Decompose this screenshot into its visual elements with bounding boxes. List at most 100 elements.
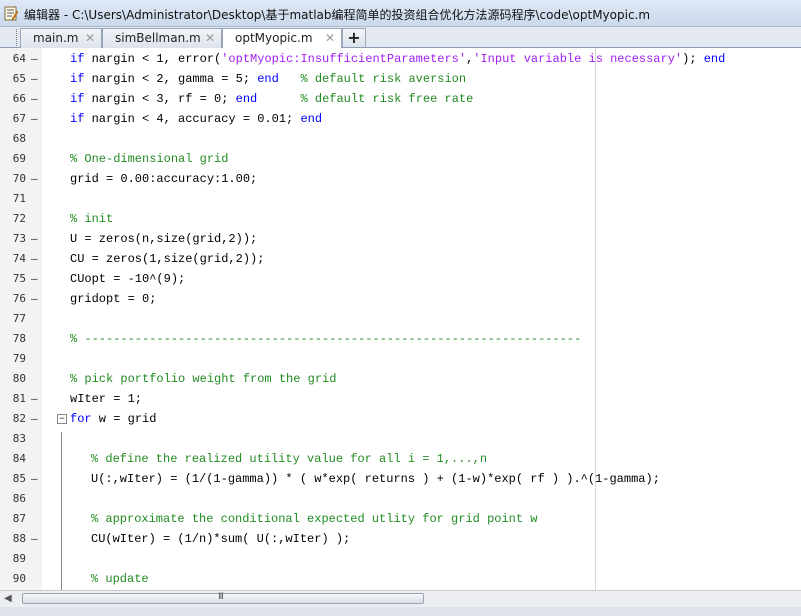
- code-line[interactable]: 73 — U = zeros(n,size(grid,2));: [0, 229, 801, 249]
- keyword-token: if: [70, 112, 85, 126]
- comment-token: % init: [70, 212, 114, 226]
- fold-collapse-icon[interactable]: −: [57, 414, 67, 424]
- comment-token: % --------------------------------------…: [70, 332, 582, 346]
- code-text: wIter = 1;: [70, 392, 142, 406]
- breakpoint-marker[interactable]: —: [31, 232, 38, 245]
- breakpoint-marker[interactable]: —: [31, 292, 38, 305]
- breakpoint-marker[interactable]: —: [31, 392, 38, 405]
- code-line[interactable]: 74 — CU = zeros(1,size(grid,2));: [0, 249, 801, 269]
- keyword-token: end: [235, 92, 258, 106]
- code-line[interactable]: 86: [0, 489, 801, 509]
- line-number: 75: [12, 272, 26, 285]
- breakpoint-marker[interactable]: —: [31, 72, 38, 85]
- code-line[interactable]: 80 % pick portfolio weight from the grid: [0, 369, 801, 389]
- title-bar: 编辑器 - C:\Users\Administrator\Desktop\基于m…: [0, 0, 801, 27]
- code-line[interactable]: 87 % approximate the conditional expected…: [0, 509, 801, 529]
- tab-label: simBellman.m: [115, 31, 201, 45]
- line-number: 73: [12, 232, 26, 245]
- code-editor[interactable]: 64 — if nargin < 1, error('optMyopic:Insuf…: [0, 48, 801, 590]
- code-text: if nargin < 4, accuracy = 0.01; end: [70, 112, 322, 126]
- tab-close-icon[interactable]: ✕: [205, 31, 215, 45]
- code-line[interactable]: 64 — if nargin < 1, error('optMyopic:Insuf…: [0, 49, 801, 69]
- code-line[interactable]: 81 — wIter = 1;: [0, 389, 801, 409]
- scroll-left-arrow-icon[interactable]: ◀: [4, 593, 12, 604]
- code-line[interactable]: 88 — CU(wIter) = (1/n)*sum( U(:,wIter) );: [0, 529, 801, 549]
- code-line[interactable]: 70 — grid = 0.00:accuracy:1.00;: [0, 169, 801, 189]
- code-token: gridopt = 0;: [70, 292, 157, 306]
- line-number: 74: [12, 252, 26, 265]
- document-tab-bar: main.m ✕ simBellman.m ✕ optMyopic.m ✕ +: [0, 27, 801, 49]
- code-line[interactable]: 69 % One-dimensional grid: [0, 149, 801, 169]
- code-line[interactable]: 68: [0, 129, 801, 149]
- code-line[interactable]: 72 % init: [0, 209, 801, 229]
- code-line[interactable]: 90 % update: [0, 569, 801, 589]
- tab-close-icon[interactable]: ✕: [325, 31, 335, 45]
- scrollbar-grip: III: [218, 592, 224, 602]
- code-token: CU(wIter) = (1/n)*sum( U(:,wIter) );: [91, 532, 351, 546]
- keyword-token: end: [257, 72, 279, 86]
- code-token: nargin < 1, error(: [84, 52, 222, 66]
- code-text: % --------------------------------------…: [70, 332, 581, 346]
- keyword-token: if: [70, 92, 85, 106]
- line-number: 90: [12, 572, 26, 585]
- breakpoint-marker[interactable]: —: [31, 272, 38, 285]
- comment-token: % default risk free rate: [300, 92, 474, 106]
- comment-token: % update: [91, 572, 149, 586]
- breakpoint-marker[interactable]: —: [31, 172, 38, 185]
- code-line[interactable]: 76 — gridopt = 0;: [0, 289, 801, 309]
- breakpoint-marker[interactable]: —: [31, 112, 38, 125]
- code-line[interactable]: 77: [0, 309, 801, 329]
- code-text: CU(wIter) = (1/n)*sum( U(:,wIter) );: [91, 532, 350, 546]
- code-line[interactable]: 82 — − for w = grid: [0, 409, 801, 429]
- tab-simbellman-m[interactable]: simBellman.m ✕: [102, 28, 222, 48]
- code-token: );: [682, 52, 704, 66]
- code-line[interactable]: 71: [0, 189, 801, 209]
- line-number: 71: [12, 192, 26, 205]
- line-number: 66: [12, 92, 26, 105]
- code-token: CUopt = -10^(9);: [70, 272, 186, 286]
- code-token: U(:,wIter) = (1/(1-gamma)) * ( w*exp( re…: [91, 472, 660, 486]
- code-token: CU = zeros(1,size(grid,2));: [70, 252, 265, 266]
- code-line[interactable]: 83: [0, 429, 801, 449]
- breakpoint-marker[interactable]: —: [31, 252, 38, 265]
- string-token: 'Input variable is necessary': [473, 52, 683, 66]
- code-line[interactable]: 65 — if nargin < 2, gamma = 5; end % defau…: [0, 69, 801, 89]
- code-line[interactable]: 85 — U(:,wIter) = (1/(1-gamma)) * ( w*exp(…: [0, 469, 801, 489]
- breakpoint-marker[interactable]: —: [31, 472, 38, 485]
- new-tab-button[interactable]: +: [342, 28, 366, 47]
- breakpoint-marker[interactable]: —: [31, 52, 38, 65]
- code-text: grid = 0.00:accuracy:1.00;: [70, 172, 257, 186]
- tab-optmyopic-m[interactable]: optMyopic.m ✕: [222, 28, 342, 49]
- horizontal-scrollbar[interactable]: ◀ III: [0, 590, 801, 607]
- breakpoint-marker[interactable]: —: [31, 412, 38, 425]
- code-line[interactable]: 78 % ------------------------------------…: [0, 329, 801, 349]
- code-line[interactable]: 67 — if nargin < 4, accuracy = 0.01; end: [0, 109, 801, 129]
- comment-token: % define the realized utility value for …: [91, 452, 488, 466]
- tab-label: main.m: [33, 31, 79, 45]
- code-line[interactable]: 89: [0, 549, 801, 569]
- line-number: 85: [12, 472, 26, 485]
- breakpoint-marker[interactable]: —: [31, 532, 38, 545]
- line-number: 78: [12, 332, 26, 345]
- keyword-token: end: [300, 112, 323, 126]
- code-line[interactable]: 84 % define the realized utility value fo…: [0, 449, 801, 469]
- code-line[interactable]: 79: [0, 349, 801, 369]
- tab-main-m[interactable]: main.m ✕: [20, 28, 102, 48]
- keyword-token: for: [70, 412, 92, 426]
- line-number: 89: [12, 552, 26, 565]
- status-bar: [0, 607, 801, 616]
- window-title: 编辑器 - C:\Users\Administrator\Desktop\基于m…: [24, 8, 651, 22]
- line-number: 82: [12, 412, 26, 425]
- line-number: 68: [12, 132, 26, 145]
- line-number: 86: [12, 492, 26, 505]
- breakpoint-marker[interactable]: —: [31, 92, 38, 105]
- code-line[interactable]: 75 — CUopt = -10^(9);: [0, 269, 801, 289]
- code-token: nargin < 2, gamma = 5;: [84, 72, 258, 86]
- line-number: 64: [12, 52, 26, 65]
- code-text: if nargin < 3, rf = 0; end % default ris…: [70, 92, 473, 106]
- scrollbar-thumb[interactable]: III: [22, 592, 424, 604]
- tab-close-icon[interactable]: ✕: [85, 31, 95, 45]
- code-text: % One-dimensional grid: [70, 152, 228, 166]
- code-line[interactable]: 66 — if nargin < 3, rf = 0; end % default …: [0, 89, 801, 109]
